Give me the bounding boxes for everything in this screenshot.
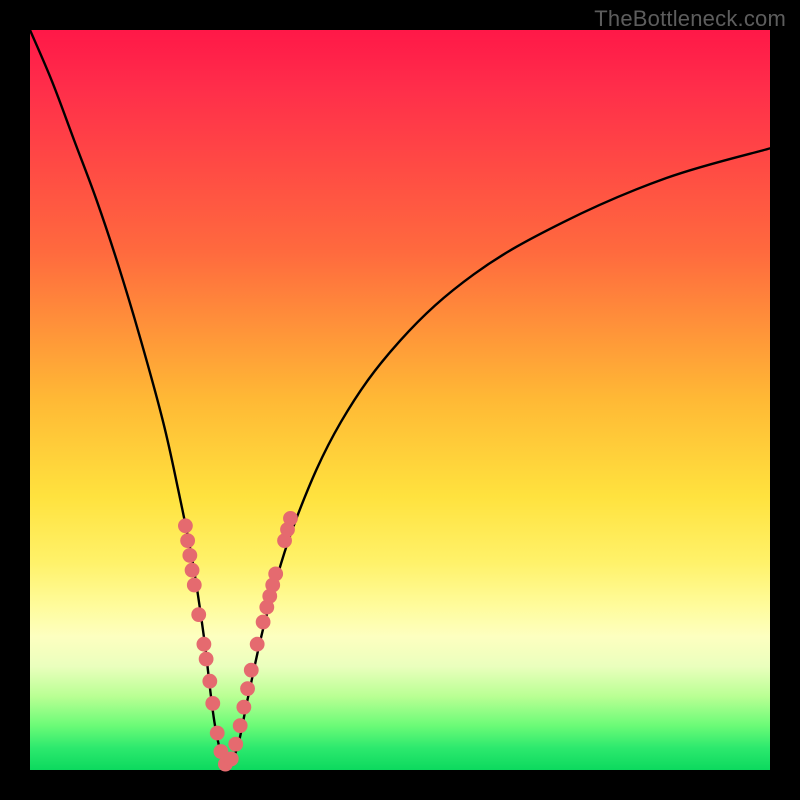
watermark-text: TheBottleneck.com (594, 6, 786, 32)
outer-frame: TheBottleneck.com (0, 0, 800, 800)
marker-dot (228, 737, 243, 752)
marker-dot (256, 615, 271, 630)
chart-svg (30, 30, 770, 770)
marker-dot (185, 563, 200, 578)
marker-dot (191, 607, 206, 622)
marker-dot (197, 637, 212, 652)
marker-dot (233, 718, 248, 733)
marker-dot (202, 674, 217, 689)
bottleneck-curve (30, 30, 770, 765)
marker-dot (268, 567, 283, 582)
marker-dot (240, 681, 255, 696)
marker-dot (283, 511, 298, 526)
marker-cluster-left (178, 518, 233, 771)
marker-dot (180, 533, 195, 548)
marker-dot (224, 752, 239, 767)
marker-dot (250, 637, 265, 652)
marker-dot (178, 518, 193, 533)
marker-dot (244, 663, 259, 678)
plot-area (30, 30, 770, 770)
marker-dot (236, 700, 251, 715)
marker-dot (199, 652, 214, 667)
marker-dot (205, 696, 220, 711)
marker-dot (187, 578, 202, 593)
marker-dot (182, 548, 197, 563)
marker-dot (210, 726, 225, 741)
